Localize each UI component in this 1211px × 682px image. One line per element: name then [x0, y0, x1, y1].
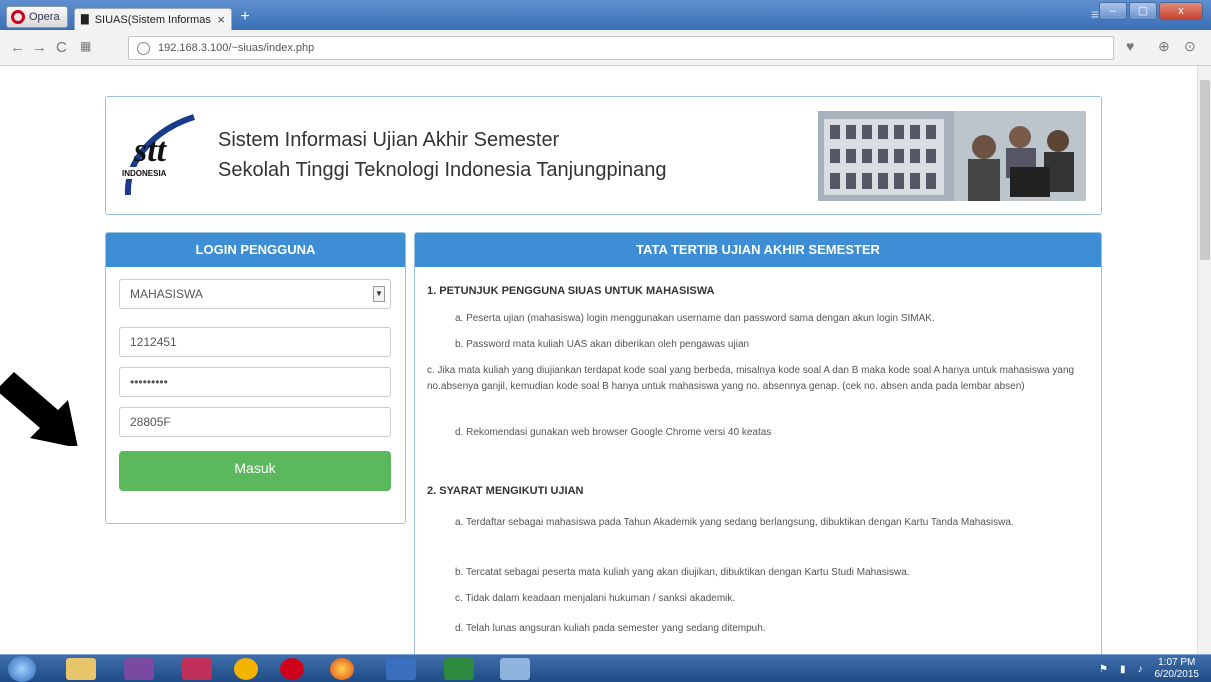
logo-text: stt	[133, 132, 168, 169]
rule-item: c. Tidak dalam keadaan menjalani hukuman…	[455, 593, 736, 604]
rule-item: c. Jika mata kuliah yang diujiankan terd…	[427, 365, 1075, 392]
page-subtitle: Sekolah Tinggi Teknologi Indonesia Tanju…	[218, 159, 667, 181]
forward-icon[interactable]: →	[32, 39, 47, 56]
clock[interactable]: 1:07 PM 6/20/2015	[1155, 657, 1200, 681]
word-icon[interactable]	[386, 658, 416, 680]
section1-title: 1. PETUNJUK PENGGUNA SIUAS UNTUK MAHASIS…	[427, 285, 715, 297]
section2-title: 2. SYARAT MENGIKUTI UJIAN	[427, 485, 584, 497]
new-tab-button[interactable]: +	[236, 9, 254, 26]
login-panel: LOGIN PENGGUNA MAHASISWA ▼ 1212451 •••••…	[105, 232, 406, 524]
address-bar: ← → C ▦ 192.168.3.100/~siuas/index.php ♥…	[0, 30, 1211, 66]
title-bar: Opera ▇ SIUAS(Sistem Informasi Uj × + ≡ …	[0, 0, 1211, 30]
volume-icon[interactable]: ♪	[1138, 664, 1143, 675]
stt-logo: stt INDONESIA	[120, 114, 195, 196]
login-button[interactable]: Masuk	[119, 451, 391, 491]
logo-subtext: INDONESIA	[122, 169, 167, 178]
url-text: 192.168.3.100/~siuas/index.php	[158, 42, 315, 54]
opera-icon[interactable]	[280, 658, 304, 680]
role-selected-value: MAHASISWA	[130, 287, 203, 301]
speed-dial-icon[interactable]: ▦	[80, 39, 91, 53]
scrollbar-thumb[interactable]	[1200, 80, 1210, 260]
tab-menu-icon[interactable]: ≡	[1091, 6, 1099, 22]
app-icon-2[interactable]	[500, 658, 530, 680]
excel-icon[interactable]	[444, 658, 474, 680]
chrome-icon[interactable]	[330, 658, 354, 680]
start-button[interactable]	[8, 656, 36, 682]
rule-item: a. Terdaftar sebagai mahasiswa pada Tahu…	[455, 517, 1014, 528]
reload-icon[interactable]: C	[56, 39, 67, 56]
students-computer-lab-photo	[954, 111, 1086, 201]
opera-menu-button[interactable]: Opera	[6, 6, 68, 28]
chevron-down-icon[interactable]: ▼	[373, 286, 385, 302]
password-input[interactable]: •••••••••	[119, 367, 391, 397]
fs-app-icon[interactable]	[182, 658, 212, 680]
clock-date: 6/20/2015	[1154, 669, 1200, 680]
system-tray: ⚑ ▮ ♪ 1:07 PM 6/20/2015	[1099, 657, 1199, 681]
battery-icon[interactable]: ▮	[1120, 664, 1126, 675]
rules-heading: TATA TERTIB UJIAN AKHIR SEMESTER	[415, 233, 1101, 267]
page-icon: ▇	[81, 14, 89, 25]
page-title: Sistem Informasi Ujian Akhir Semester	[218, 129, 560, 151]
explorer-icon[interactable]	[66, 658, 96, 680]
pointer-arrow-icon	[0, 372, 78, 446]
username-input[interactable]: 1212451	[119, 327, 391, 357]
opera-label: Opera	[29, 11, 60, 23]
site-header: stt INDONESIA Sistem Informasi Ujian Akh…	[105, 96, 1102, 215]
rules-panel: TATA TERTIB UJIAN AKHIR SEMESTER 1. PETU…	[414, 232, 1102, 654]
user-icon[interactable]: ⊙	[1184, 38, 1196, 55]
rule-item: b. Password mata kuliah UAS akan diberik…	[455, 339, 750, 350]
tab-close-icon[interactable]: ×	[217, 12, 225, 27]
tab-title: SIUAS(Sistem Informasi Uj	[94, 13, 212, 26]
download-icon[interactable]: ⊕	[1158, 38, 1170, 55]
browser-tab[interactable]: ▇ SIUAS(Sistem Informasi Uj ×	[74, 8, 232, 30]
back-icon[interactable]: ←	[10, 39, 25, 56]
rule-item: b. Tercatat sebagai peserta mata kuliah …	[455, 567, 910, 578]
rule-item: d. Rekomendasi gunakan web browser Googl…	[455, 427, 772, 438]
login-heading: LOGIN PENGGUNA	[106, 233, 405, 267]
minimize-button[interactable]: –	[1099, 2, 1127, 20]
page-content: stt INDONESIA Sistem Informasi Ujian Akh…	[0, 66, 1197, 654]
rule-item: d. Telah lunas angsuran kuliah pada seme…	[455, 623, 766, 634]
close-window-button[interactable]: x	[1159, 2, 1203, 20]
globe-icon	[137, 41, 150, 55]
window-controls: – ▢ x	[1099, 2, 1203, 20]
rule-item: a. Peserta ujian (mahasiswa) login mengg…	[455, 313, 935, 324]
campus-building-photo	[818, 111, 954, 201]
opera-logo-icon	[11, 10, 25, 24]
vertical-scrollbar[interactable]	[1197, 66, 1211, 654]
captcha-input[interactable]: 28805F	[119, 407, 391, 437]
windows-taskbar: ⚑ ▮ ♪ 1:07 PM 6/20/2015	[0, 654, 1211, 682]
app-icon[interactable]	[234, 658, 258, 680]
url-input[interactable]: 192.168.3.100/~siuas/index.php	[128, 36, 1114, 60]
role-select[interactable]: MAHASISWA ▼	[119, 279, 391, 309]
visual-studio-icon[interactable]	[124, 658, 154, 680]
heart-icon[interactable]: ♥	[1126, 38, 1134, 54]
clock-time: 1:07 PM	[1158, 657, 1196, 668]
maximize-button[interactable]: ▢	[1129, 2, 1157, 20]
flag-icon[interactable]: ⚑	[1099, 664, 1108, 675]
